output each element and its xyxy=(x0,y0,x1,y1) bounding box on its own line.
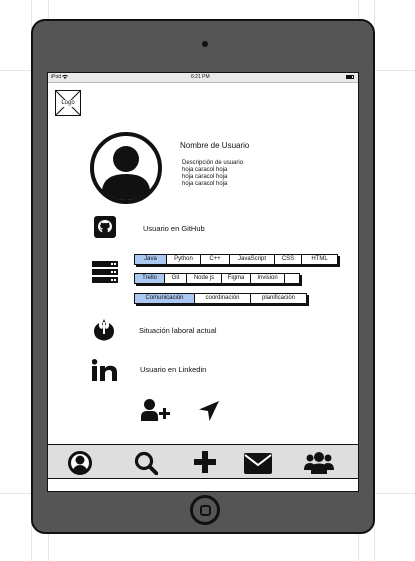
avatar[interactable] xyxy=(90,132,162,204)
tab-profile[interactable] xyxy=(68,451,92,475)
work-status[interactable]: Situación laboral actual xyxy=(139,326,217,335)
skill-chip-css[interactable]: CSS xyxy=(275,255,302,264)
rebel-alliance-icon xyxy=(94,319,114,341)
home-button[interactable] xyxy=(190,495,220,525)
github-icon[interactable] xyxy=(94,216,116,238)
device-name: iPod xyxy=(51,74,62,80)
user-description: Descripción de usuario hoja caracol hoja… xyxy=(182,160,243,188)
skill-chip-coordinacion[interactable]: coordinación xyxy=(195,294,251,303)
status-time: 6:21 PM xyxy=(191,74,210,80)
logo-placeholder: Logo xyxy=(55,90,81,116)
description-line: hoja caracol hoja xyxy=(182,181,228,187)
github-username[interactable]: Usuario en GitHub xyxy=(143,224,205,233)
skill-chip-python[interactable]: Python xyxy=(167,255,201,264)
skill-chip-comunicacion[interactable]: Comunicación xyxy=(135,294,195,303)
battery-icon xyxy=(346,75,354,79)
skill-chip-git[interactable]: Git xyxy=(165,274,187,283)
home-button-square xyxy=(199,504,211,516)
skill-chip-java[interactable]: Java xyxy=(135,255,167,264)
tab-search[interactable] xyxy=(134,451,158,475)
skill-chip-empty[interactable] xyxy=(285,274,299,283)
wifi-icon xyxy=(62,74,69,80)
location-arrow-icon[interactable] xyxy=(199,401,219,421)
camera-dot xyxy=(202,41,208,47)
description-line: hoja caracol hoja xyxy=(182,167,228,173)
status-bar: iPod 6:21 PM xyxy=(48,73,358,83)
skill-chip-html[interactable]: HTML xyxy=(302,255,337,264)
skill-chip-cpp[interactable]: C++ xyxy=(201,255,230,264)
logo-label: Logo xyxy=(56,100,80,107)
description-line: Descripción de usuario xyxy=(182,160,244,166)
user-name: Nombre de Usuario xyxy=(180,141,250,150)
skill-chip-planificacion[interactable]: planificación xyxy=(251,294,306,303)
skill-chip-invision[interactable]: Invision xyxy=(251,274,285,283)
skill-chip-javascript[interactable]: JavaScript xyxy=(230,255,275,264)
tab-bar xyxy=(48,444,358,479)
server-icon xyxy=(92,261,118,283)
tab-messages[interactable] xyxy=(244,453,272,474)
linkedin-username[interactable]: Usuario en Linkedin xyxy=(140,365,206,374)
linkedin-icon[interactable] xyxy=(92,359,118,381)
tab-add[interactable] xyxy=(194,451,216,473)
status-device: iPod xyxy=(51,74,69,80)
user-plus-icon[interactable] xyxy=(141,399,170,421)
skill-chip-nodejs[interactable]: Node js xyxy=(187,274,222,283)
skills-languages-group: Java Python C++ JavaScript CSS HTML xyxy=(134,254,338,265)
tablet-frame: iPod 6:21 PM Logo Nombre de Usuario Desc… xyxy=(31,19,375,534)
skills-tools-group: Trello Git Node js Figma Invision xyxy=(134,273,300,284)
app-screen: iPod 6:21 PM Logo Nombre de Usuario Desc… xyxy=(47,72,359,492)
skills-soft-group: Comunicación coordinación planificación xyxy=(134,293,307,304)
tab-groups[interactable] xyxy=(304,452,334,474)
skill-chip-figma[interactable]: Figma xyxy=(222,274,251,283)
skill-chip-trello[interactable]: Trello xyxy=(135,274,165,283)
description-line: hoja caracol hoja xyxy=(182,174,228,180)
